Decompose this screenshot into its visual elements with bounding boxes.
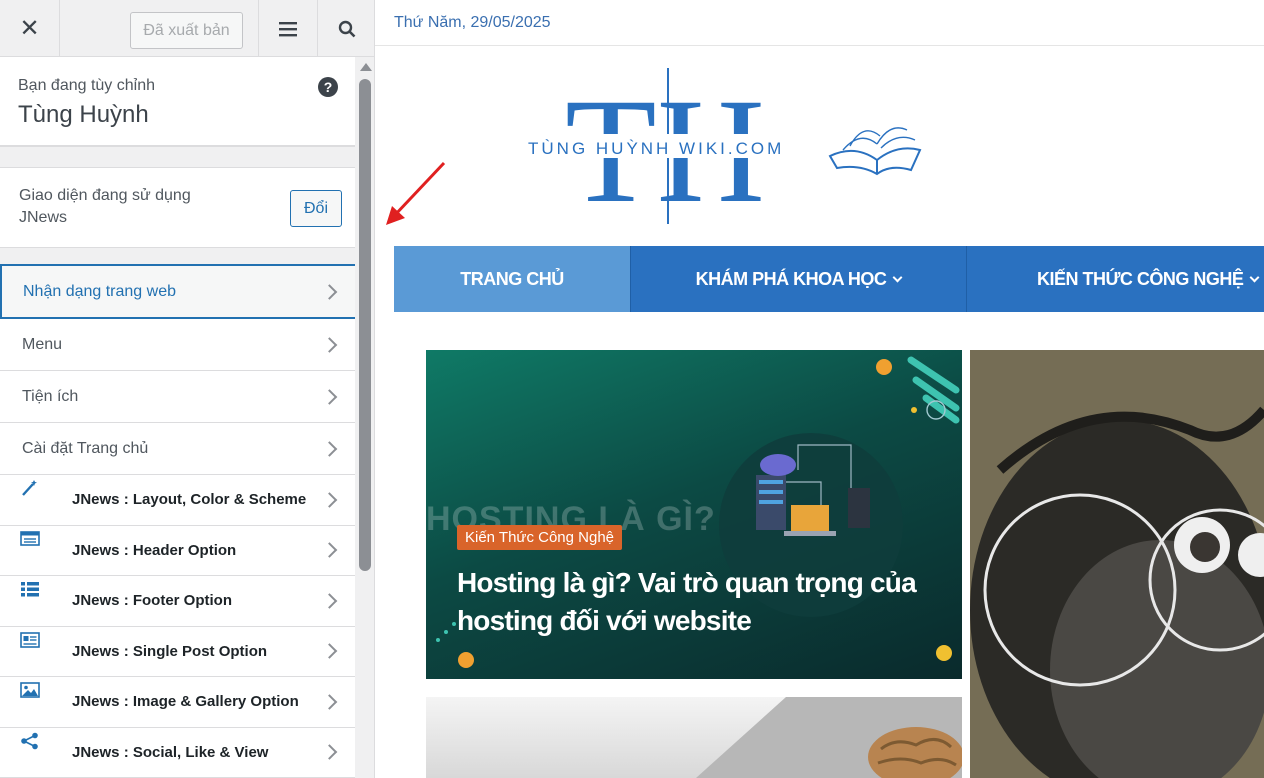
section-label: JNews : Social, Like & View (72, 743, 269, 761)
customizing-label: Bạn đang tùy chỉnh (18, 77, 155, 94)
chevron-right-icon (321, 643, 338, 660)
theme-name: JNews (19, 209, 68, 226)
category-badge[interactable]: Kiến Thức Công Nghệ (457, 525, 623, 550)
nav-label: KHÁM PHÁ KHOA HỌC (695, 268, 887, 289)
customize-info: Bạn đang tùy chỉnh Tùng Huỳnh ? (0, 57, 355, 147)
logo-text: TÙNG HUỲNH WIKI.COM (528, 139, 784, 158)
section-label: Cài đặt Trang chủ (22, 439, 149, 457)
chevron-down-icon (892, 272, 903, 282)
top-date-bar: Thứ Năm, 29/05/2025 (375, 0, 1264, 46)
customizer-topbar: ✕ Đã xuất bản (0, 0, 374, 57)
section-label: JNews : Footer Option (72, 592, 233, 610)
site-preview: Thứ Năm, 29/05/2025 TH TÙNG HUỲNH WIKI.C… (375, 0, 1264, 778)
main-navigation: TRANG CHỦ KHÁM PHÁ KHOA HỌC KIẾN THỨC CÔ… (394, 246, 1264, 312)
post-thumbnail (696, 697, 962, 778)
menu-button[interactable] (258, 0, 318, 57)
site-name: Tùng Huỳnh (18, 101, 149, 128)
chevron-down-icon (1250, 272, 1260, 282)
section-label: Menu (22, 335, 63, 353)
section-jnews-social[interactable]: JNews : Social, Like & View (0, 727, 355, 778)
chevron-right-icon (321, 388, 338, 405)
change-theme-button[interactable]: Đổi (290, 190, 342, 227)
scroll-up-arrow-icon[interactable] (360, 63, 372, 71)
customizer-panel: Bạn đang tùy chỉnh Tùng Huỳnh ? Giao diệ… (0, 57, 355, 778)
section-label: JNews : Header Option (72, 541, 237, 559)
nav-label: KIẾN THỨC CÔNG NGHỆ (1037, 268, 1244, 289)
nav-item-science[interactable]: KHÁM PHÁ KHOA HỌC (631, 246, 967, 312)
section-jnews-header[interactable]: JNews : Header Option (0, 525, 355, 576)
list-icon (21, 582, 39, 597)
chevron-right-icon (321, 440, 338, 457)
publish-button[interactable]: Đã xuất bản (130, 12, 243, 49)
section-jnews-footer[interactable]: JNews : Footer Option (0, 576, 355, 627)
featured-post-card[interactable]: HOSTING LÀ GÌ? Kiến Thức Công Nghệ Hosti… (426, 350, 962, 679)
current-date: Thứ Năm, 29/05/2025 (394, 13, 551, 31)
section-widgets[interactable]: Tiện ích (0, 371, 355, 423)
nav-item-home[interactable]: TRANG CHỦ (394, 246, 631, 312)
hamburger-icon (279, 21, 297, 36)
section-jnews-image-gallery[interactable]: JNews : Image & Gallery Option (0, 677, 355, 728)
nav-label: TRANG CHỦ (460, 268, 564, 289)
search-icon (338, 20, 355, 37)
header-icon (20, 530, 40, 546)
chevron-right-icon (321, 336, 338, 353)
post-thumbnail (970, 350, 1264, 778)
site-logo[interactable]: TH TÙNG HUỲNH WIKI.COM (525, 64, 925, 229)
section-label: JNews : Layout, Color & Scheme (72, 491, 307, 509)
section-site-identity[interactable]: Nhận dạng trang web (0, 264, 355, 319)
chevron-right-icon (321, 491, 338, 508)
section-jnews-layout[interactable]: JNews : Layout, Color & Scheme (0, 475, 355, 526)
theme-section: Giao diện đang sử dụng JNews Đổi (0, 167, 355, 248)
section-label: JNews : Single Post Option (72, 642, 268, 660)
sidebar-scrollbar[interactable] (355, 57, 374, 778)
chevron-right-icon (321, 542, 338, 559)
image-icon (20, 682, 40, 698)
theme-label: Giao diện đang sử dụng (19, 187, 191, 204)
side-post-card[interactable] (970, 350, 1264, 778)
section-jnews-single-post[interactable]: JNews : Single Post Option (0, 626, 355, 677)
section-menu[interactable]: Menu (0, 319, 355, 371)
close-icon: ✕ (19, 15, 40, 42)
share-icon (21, 732, 38, 749)
help-icon[interactable]: ? (318, 77, 338, 97)
customizer-sidebar: ✕ Đã xuất bản Bạn đang tùy chỉnh Tùng Hu… (0, 0, 375, 778)
search-button[interactable] (318, 0, 374, 57)
section-homepage-settings[interactable]: Cài đặt Trang chủ (0, 423, 355, 475)
annotation-arrow-icon (386, 161, 446, 225)
book-icon (828, 127, 922, 176)
section-label: Nhận dạng trang web (23, 282, 176, 300)
chevron-right-icon (321, 283, 338, 300)
post-title[interactable]: Hosting là gì? Vai trò quan trọng của ho… (457, 564, 937, 640)
chevron-right-icon (321, 744, 338, 761)
scrollbar-thumb[interactable] (359, 79, 371, 571)
magic-wand-icon (22, 480, 37, 496)
secondary-post-card[interactable] (426, 697, 962, 778)
close-button[interactable]: ✕ (0, 0, 60, 57)
post-icon (20, 631, 40, 648)
nav-item-technology[interactable]: KIẾN THỨC CÔNG NGHỆ (967, 246, 1264, 312)
chevron-right-icon (321, 592, 338, 609)
chevron-right-icon (321, 693, 338, 710)
section-label: JNews : Image & Gallery Option (72, 693, 299, 711)
section-label: Tiện ích (22, 387, 79, 405)
